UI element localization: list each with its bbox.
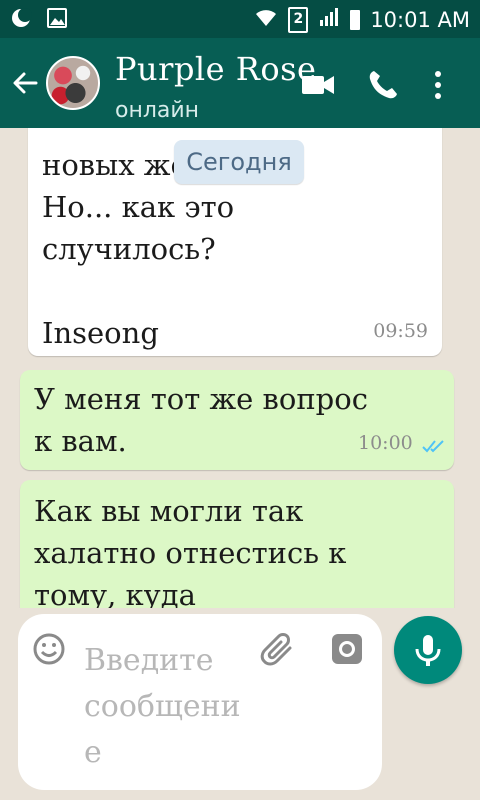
message-composer[interactable]: Введите сообщени е — [18, 614, 382, 790]
sim-badge: 2 — [288, 6, 309, 33]
contact-status: онлайн — [115, 98, 200, 123]
mic-button[interactable] — [394, 616, 462, 684]
message-time: 09:59 — [373, 320, 428, 342]
gallery-icon — [46, 7, 68, 33]
status-bar-left — [10, 7, 68, 33]
back-arrow-icon[interactable] — [10, 68, 40, 98]
microphone-icon — [415, 635, 441, 666]
emoji-icon[interactable] — [32, 632, 66, 666]
outgoing-message[interactable]: У меня тот же вопрос к вам. 10:00 — [20, 370, 454, 470]
moon-icon — [10, 7, 32, 33]
contact-name[interactable]: Purple Rose — [115, 50, 316, 88]
date-chip: Сегодня — [174, 140, 304, 184]
voice-call-icon[interactable] — [366, 68, 400, 102]
message-text: У меня тот же вопрос к вам. — [34, 382, 368, 458]
camera-icon[interactable] — [330, 632, 364, 666]
signal-icon — [318, 6, 340, 33]
wifi-icon — [254, 6, 278, 33]
paperclip-icon[interactable] — [260, 632, 296, 668]
read-ticks-icon — [422, 438, 446, 453]
more-options-icon[interactable] — [428, 68, 462, 102]
message-list[interactable]: новых же Но... как это случилось? Inseon… — [0, 128, 480, 608]
chat-header: Purple Rose онлайн — [0, 38, 480, 128]
battery-icon — [350, 9, 361, 30]
status-bar-right: 2 10:01 AM — [254, 6, 470, 33]
outgoing-message[interactable]: Как вы могли так халатно отнестись к том… — [20, 480, 454, 608]
message-text: Как вы могли так халатно отнестись к том… — [34, 494, 347, 608]
contact-avatar[interactable] — [46, 56, 100, 110]
status-time: 10:01 AM — [370, 7, 470, 32]
message-time: 10:00 — [358, 432, 413, 454]
video-call-icon[interactable] — [300, 68, 334, 102]
status-bar: 2 10:01 AM — [0, 0, 480, 38]
message-input[interactable]: Введите сообщени е — [84, 638, 244, 776]
